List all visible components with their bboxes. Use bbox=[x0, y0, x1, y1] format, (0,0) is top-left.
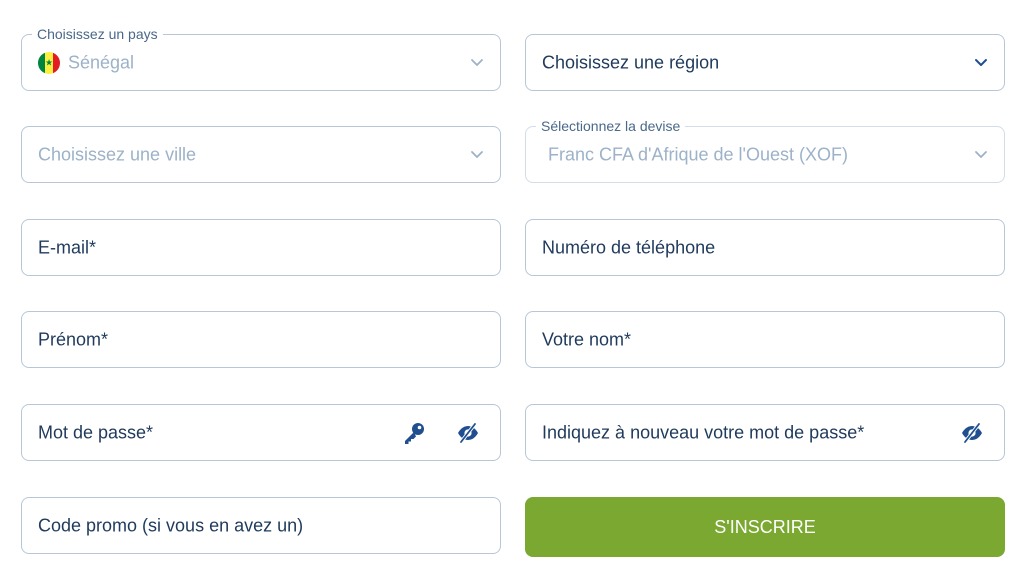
currency-value: Franc CFA d'Afrique de l'Ouest (XOF) bbox=[548, 144, 848, 164]
first-name-placeholder: Prénom* bbox=[38, 329, 109, 349]
country-select[interactable]: Choisissez un pays ★ Sénégal bbox=[21, 25, 501, 91]
password-field[interactable]: Mot de passe* bbox=[21, 404, 501, 461]
eye-slash-icon[interactable] bbox=[456, 421, 480, 445]
confirm-password-field[interactable]: Indiquez à nouveau votre mot de passe* bbox=[525, 404, 1005, 461]
chevron-down-icon bbox=[975, 150, 987, 158]
chevron-down-icon bbox=[471, 58, 483, 66]
first-name-field[interactable]: Prénom* bbox=[21, 311, 501, 368]
eye-slash-icon[interactable] bbox=[960, 421, 984, 445]
city-placeholder: Choisissez une ville bbox=[38, 144, 197, 164]
promo-code-placeholder: Code promo (si vous en avez un) bbox=[38, 515, 304, 535]
promo-code-field[interactable]: Code promo (si vous en avez un) bbox=[21, 497, 501, 554]
email-placeholder: E-mail* bbox=[38, 237, 97, 257]
country-legend: Choisissez un pays bbox=[32, 25, 163, 43]
currency-legend: Sélectionnez la devise bbox=[536, 117, 686, 135]
register-button[interactable]: S'INSCRIRE bbox=[525, 497, 1005, 557]
chevron-down-icon bbox=[975, 58, 987, 66]
password-placeholder: Mot de passe* bbox=[38, 422, 154, 442]
city-select[interactable]: Choisissez une ville bbox=[21, 126, 501, 183]
country-value: Sénégal bbox=[68, 52, 135, 72]
region-placeholder: Choisissez une région bbox=[542, 52, 720, 72]
key-icon[interactable] bbox=[402, 421, 426, 445]
email-field[interactable]: E-mail* bbox=[21, 219, 501, 276]
chevron-down-icon bbox=[471, 150, 483, 158]
confirm-password-placeholder: Indiquez à nouveau votre mot de passe* bbox=[542, 422, 865, 442]
last-name-placeholder: Votre nom* bbox=[542, 329, 632, 349]
last-name-field[interactable]: Votre nom* bbox=[525, 311, 1005, 368]
phone-field[interactable]: Numéro de téléphone bbox=[525, 219, 1005, 276]
currency-select[interactable]: Sélectionnez la devise Franc CFA d'Afriq… bbox=[525, 117, 1005, 183]
region-select[interactable]: Choisissez une région bbox=[525, 34, 1005, 91]
phone-placeholder: Numéro de téléphone bbox=[542, 237, 716, 257]
senegal-flag-icon: ★ bbox=[38, 51, 60, 74]
